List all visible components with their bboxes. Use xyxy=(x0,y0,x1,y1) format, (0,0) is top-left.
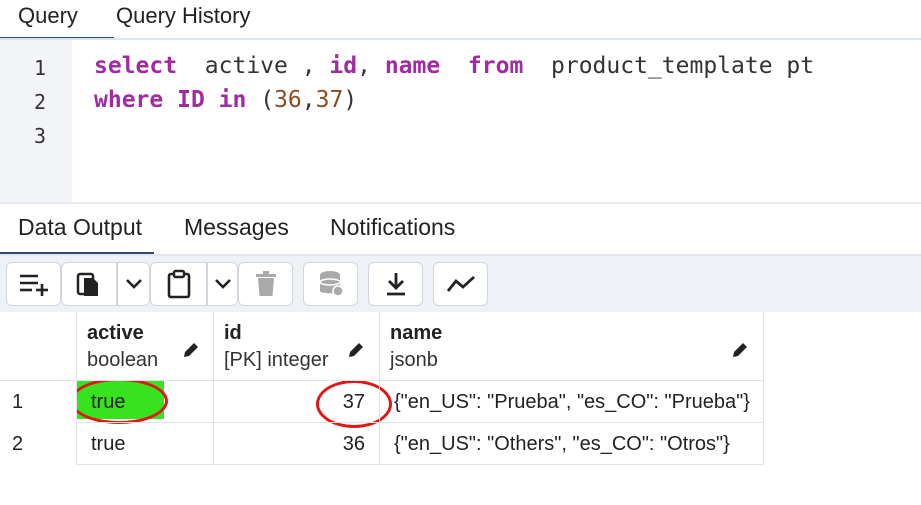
column-name: id xyxy=(224,322,242,344)
paste-options-dropdown[interactable] xyxy=(207,262,238,306)
cell-active[interactable]: true xyxy=(77,381,214,423)
column-type: boolean xyxy=(87,349,159,371)
code-text: , xyxy=(357,53,385,79)
download-icon xyxy=(386,273,405,296)
keyword-in: in xyxy=(218,87,247,113)
chevron-down-icon xyxy=(125,279,142,289)
copy-options-dropdown[interactable] xyxy=(117,262,150,306)
column-header-active[interactable]: active boolean xyxy=(77,312,214,381)
paste-button[interactable] xyxy=(150,262,207,306)
delete-icon xyxy=(255,271,276,296)
code-text: active , xyxy=(177,53,330,79)
copy-button[interactable] xyxy=(61,262,117,306)
row-number: 1 xyxy=(0,381,77,423)
keyword-select: select xyxy=(94,53,178,79)
line-number: 1 xyxy=(33,56,46,80)
cell-value: true xyxy=(91,391,126,413)
download-button[interactable] xyxy=(368,262,423,306)
keyword-ID: ID xyxy=(177,87,205,113)
graph-visualiser-button[interactable] xyxy=(433,262,488,306)
tab-messages[interactable]: Messages xyxy=(184,214,289,241)
paste-icon xyxy=(167,269,190,299)
number-literal: 37 xyxy=(315,87,344,113)
cell-active[interactable]: true xyxy=(77,423,214,465)
column-header-name[interactable]: name jsonb xyxy=(380,312,764,381)
line-number: 2 xyxy=(33,90,46,114)
column-name: name xyxy=(390,322,443,344)
table-row[interactable]: 1 true 37 {"en_US": "Prueba", "es_CO": "… xyxy=(0,381,764,423)
code-line-2[interactable]: where ID in (36,37) xyxy=(94,87,357,113)
add-row-button[interactable] xyxy=(6,262,61,306)
data-output-toolbar xyxy=(0,256,921,312)
column-name: active xyxy=(87,322,144,344)
save-data-button[interactable] xyxy=(303,262,358,306)
cell-id[interactable]: 36 xyxy=(214,423,380,465)
column-type: [PK] integer xyxy=(224,349,329,371)
edit-pencil-icon[interactable] xyxy=(181,340,201,360)
line-number-gutter: 1 2 3 xyxy=(0,40,72,202)
tab-query-history[interactable]: Query History xyxy=(116,0,250,40)
graph-icon xyxy=(446,275,475,292)
keyword-from: from xyxy=(467,53,524,79)
cell-name[interactable]: {"en_US": "Prueba", "es_CO": "Prueba"} xyxy=(380,381,764,423)
cell-id[interactable]: 37 xyxy=(214,381,380,423)
chevron-down-icon xyxy=(214,279,231,289)
edit-pencil-icon[interactable] xyxy=(730,340,750,360)
output-tabs-bar: Data Output Messages Notifications xyxy=(0,204,921,255)
code-text: ) xyxy=(343,87,358,113)
tab-data-output[interactable]: Data Output xyxy=(0,214,155,255)
code-text: , xyxy=(301,87,316,113)
code-text: ( xyxy=(246,87,275,113)
row-number-header xyxy=(0,312,77,381)
line-number: 3 xyxy=(33,124,46,148)
delete-row-button[interactable] xyxy=(238,262,293,306)
row-number: 2 xyxy=(0,423,77,465)
number-literal: 36 xyxy=(274,87,302,113)
column-type: jsonb xyxy=(390,349,438,371)
table-row[interactable]: 2 true 36 {"en_US": "Others", "es_CO": "… xyxy=(0,423,764,465)
edit-pencil-icon[interactable] xyxy=(346,340,366,360)
keyword-name: name xyxy=(384,53,441,79)
sql-editor[interactable]: 1 2 3 select active , id, name from prod… xyxy=(0,40,921,202)
copy-icon xyxy=(76,272,98,296)
save-data-icon xyxy=(318,271,344,297)
code-text: product_template pt xyxy=(523,53,815,79)
keyword-id: id xyxy=(329,53,358,79)
query-tabs-bar: Query Query History xyxy=(0,0,921,40)
code-line-1[interactable]: select active , id, name from product_te… xyxy=(94,53,814,79)
add-row-icon xyxy=(19,274,48,296)
tab-query[interactable]: Query xyxy=(0,0,114,40)
tab-notifications[interactable]: Notifications xyxy=(330,214,455,241)
keyword-where: where xyxy=(94,87,164,113)
column-header-id[interactable]: id [PK] integer xyxy=(214,312,380,381)
cell-name[interactable]: {"en_US": "Others", "es_CO": "Otros"} xyxy=(380,423,764,465)
